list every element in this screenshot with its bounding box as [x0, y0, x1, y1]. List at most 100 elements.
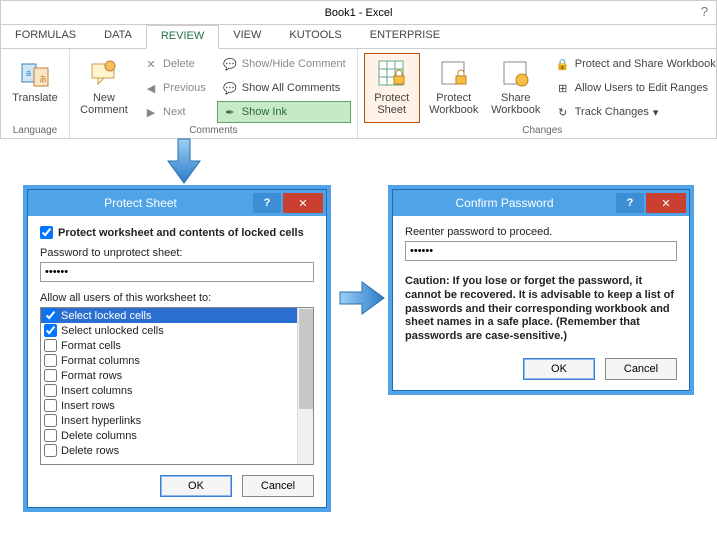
- permission-label: Format rows: [61, 370, 122, 382]
- tab-review[interactable]: REVIEW: [146, 25, 219, 49]
- confirm-password-input[interactable]: [405, 241, 677, 261]
- share-workbook-icon: [500, 58, 532, 90]
- permission-checkbox[interactable]: [44, 414, 57, 427]
- protect-workbook-label: ProtectWorkbook: [429, 92, 478, 116]
- password-label: Password to unprotect sheet:: [40, 247, 314, 259]
- tab-formulas[interactable]: FORMULAS: [1, 25, 90, 48]
- scrollbar[interactable]: [297, 308, 313, 464]
- group-comments: NewComment ✕Delete ◀Previous ▶Next 💬Show…: [70, 49, 358, 138]
- ink-icon: ✒: [222, 104, 238, 120]
- allow-edit-icon: ⊞: [555, 80, 571, 96]
- translate-label: Translate: [12, 92, 57, 104]
- protect-workbook-icon: [438, 58, 470, 90]
- group-language: aあ Translate Language: [1, 49, 70, 138]
- permission-checkbox[interactable]: [44, 369, 57, 382]
- list-item[interactable]: Format rows: [41, 368, 313, 383]
- next-comment-button: ▶Next: [138, 101, 211, 123]
- list-item[interactable]: Insert hyperlinks: [41, 413, 313, 428]
- new-comment-icon: [88, 58, 120, 90]
- protect-sheet-label: ProtectSheet: [374, 92, 409, 116]
- group-changes: ProtectSheet ProtectWorkbook ShareWorkbo…: [358, 49, 717, 138]
- tab-view[interactable]: VIEW: [219, 25, 275, 48]
- protect-contents-label: Protect worksheet and contents of locked…: [58, 227, 304, 239]
- list-item[interactable]: Insert rows: [41, 398, 313, 413]
- permission-checkbox[interactable]: [44, 444, 57, 457]
- arrow-right-icon: [338, 280, 386, 316]
- translate-button[interactable]: aあ Translate: [7, 53, 63, 123]
- track-changes-button[interactable]: ↻Track Changes ▾: [550, 101, 717, 123]
- app-title: Book1 - Excel: [325, 7, 393, 19]
- new-comment-label: NewComment: [80, 92, 128, 116]
- dialog-close-button[interactable]: ✕: [646, 193, 686, 213]
- protect-contents-checkbox[interactable]: [40, 226, 53, 239]
- group-comments-label: Comments: [76, 125, 351, 136]
- tab-data[interactable]: DATA: [90, 25, 146, 48]
- protect-share-icon: 🔒: [555, 56, 571, 72]
- dialog-help-button[interactable]: ?: [616, 193, 644, 213]
- track-changes-icon: ↻: [555, 104, 571, 120]
- permission-checkbox[interactable]: [44, 429, 57, 442]
- list-item[interactable]: Select unlocked cells: [41, 323, 313, 338]
- list-item[interactable]: Format cells: [41, 338, 313, 353]
- permission-checkbox[interactable]: [44, 339, 57, 352]
- show-all-comments-button[interactable]: 💬Show All Comments: [217, 77, 351, 99]
- permission-label: Insert hyperlinks: [61, 415, 141, 427]
- list-item[interactable]: Delete rows: [41, 443, 313, 458]
- allow-users-edit-button[interactable]: ⊞Allow Users to Edit Ranges: [550, 77, 717, 99]
- permission-checkbox[interactable]: [44, 399, 57, 412]
- translate-icon: aあ: [19, 58, 51, 90]
- svg-text:あ: あ: [39, 75, 47, 84]
- protect-workbook-button[interactable]: ProtectWorkbook: [426, 53, 482, 123]
- protect-sheet-dialog: Protect Sheet ? ✕ Protect worksheet and …: [27, 189, 327, 508]
- permission-checkbox[interactable]: [44, 324, 57, 337]
- permission-checkbox[interactable]: [44, 354, 57, 367]
- tab-kutools[interactable]: KUTOOLS: [275, 25, 355, 48]
- reenter-label: Reenter password to proceed.: [405, 226, 677, 238]
- dialog-help-button[interactable]: ?: [253, 193, 281, 213]
- dialog-close-button[interactable]: ✕: [283, 193, 323, 213]
- permission-label: Delete rows: [61, 445, 119, 457]
- scrollbar-thumb[interactable]: [299, 309, 313, 409]
- list-item[interactable]: Delete columns: [41, 428, 313, 443]
- list-item[interactable]: Format columns: [41, 353, 313, 368]
- tab-enterprise[interactable]: ENTERPRISE: [356, 25, 454, 48]
- group-changes-label: Changes: [364, 125, 717, 136]
- protect-share-workbook-button[interactable]: 🔒Protect and Share Workbook: [550, 53, 717, 75]
- share-workbook-button[interactable]: ShareWorkbook: [488, 53, 544, 123]
- svg-text:a: a: [26, 68, 31, 78]
- list-item[interactable]: Insert columns: [41, 383, 313, 398]
- permission-checkbox[interactable]: [44, 384, 57, 397]
- password-input[interactable]: [40, 262, 314, 282]
- previous-icon: ◀: [143, 80, 159, 96]
- protect-sheet-button[interactable]: ProtectSheet: [364, 53, 420, 123]
- list-item[interactable]: Select locked cells: [41, 308, 313, 323]
- cancel-button[interactable]: Cancel: [605, 358, 677, 380]
- ok-button[interactable]: OK: [523, 358, 595, 380]
- chevron-down-icon: ▾: [653, 106, 659, 119]
- group-language-label: Language: [7, 125, 63, 136]
- permission-label: Select unlocked cells: [61, 325, 164, 337]
- dialog-titlebar[interactable]: Confirm Password ? ✕: [393, 190, 689, 216]
- new-comment-button[interactable]: NewComment: [76, 53, 132, 123]
- permission-label: Format columns: [61, 355, 140, 367]
- ribbon: aあ Translate Language NewComment ✕Delete…: [0, 48, 717, 139]
- arrow-down-icon: [166, 137, 202, 185]
- show-ink-button[interactable]: ✒Show Ink: [217, 101, 351, 123]
- permissions-listbox[interactable]: Select locked cells Select unlocked cells…: [40, 307, 314, 465]
- ribbon-tabs: FORMULAS DATA REVIEW VIEW KUTOOLS ENTERP…: [0, 24, 717, 48]
- dialog-title: Confirm Password: [393, 196, 616, 210]
- cancel-button[interactable]: Cancel: [242, 475, 314, 497]
- dialog-titlebar[interactable]: Protect Sheet ? ✕: [28, 190, 326, 216]
- show-hide-comment-button: 💬Show/Hide Comment: [217, 53, 351, 75]
- dialog-title: Protect Sheet: [28, 196, 253, 210]
- help-icon[interactable]: ?: [701, 4, 708, 19]
- next-icon: ▶: [143, 104, 159, 120]
- permission-label: Format cells: [61, 340, 121, 352]
- ok-button[interactable]: OK: [160, 475, 232, 497]
- previous-comment-button: ◀Previous: [138, 77, 211, 99]
- title-bar: Book1 - Excel ?: [0, 0, 717, 24]
- permission-label: Insert columns: [61, 385, 133, 397]
- permission-checkbox[interactable]: [44, 309, 57, 322]
- share-workbook-label: ShareWorkbook: [491, 92, 540, 116]
- delete-comment-button: ✕Delete: [138, 53, 211, 75]
